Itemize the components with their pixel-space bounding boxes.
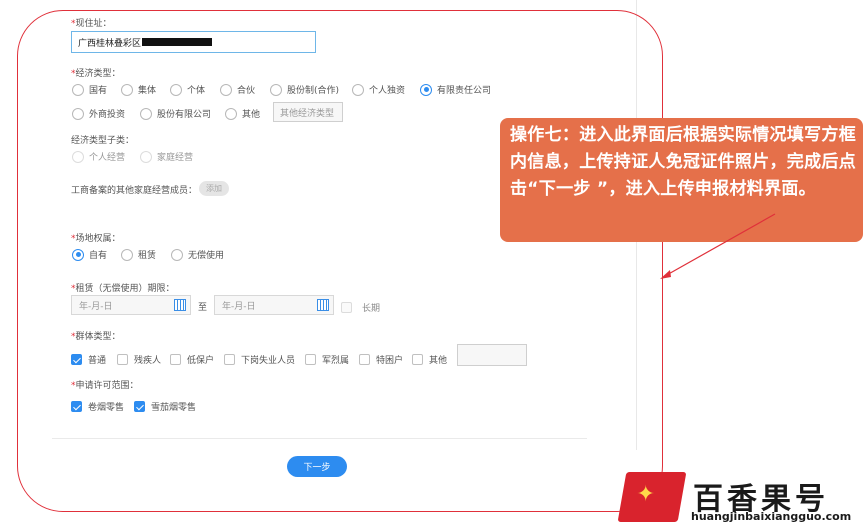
page: *现住址： 广西桂林叠彩区 *经济类型： 国有 集体 个体 合伙 股份制(合作)…	[0, 0, 868, 530]
star-icon: ✦	[636, 482, 655, 507]
brand-logo: ✦	[617, 472, 687, 522]
annotation-frame	[17, 10, 663, 512]
annotation-callout: 操作七：进入此界面后根据实际情况填写方框内信息，上传持证人免冠证件照片，完成后点…	[500, 118, 863, 242]
watermark-site: huangjinbaixiangguo.com	[691, 510, 852, 523]
